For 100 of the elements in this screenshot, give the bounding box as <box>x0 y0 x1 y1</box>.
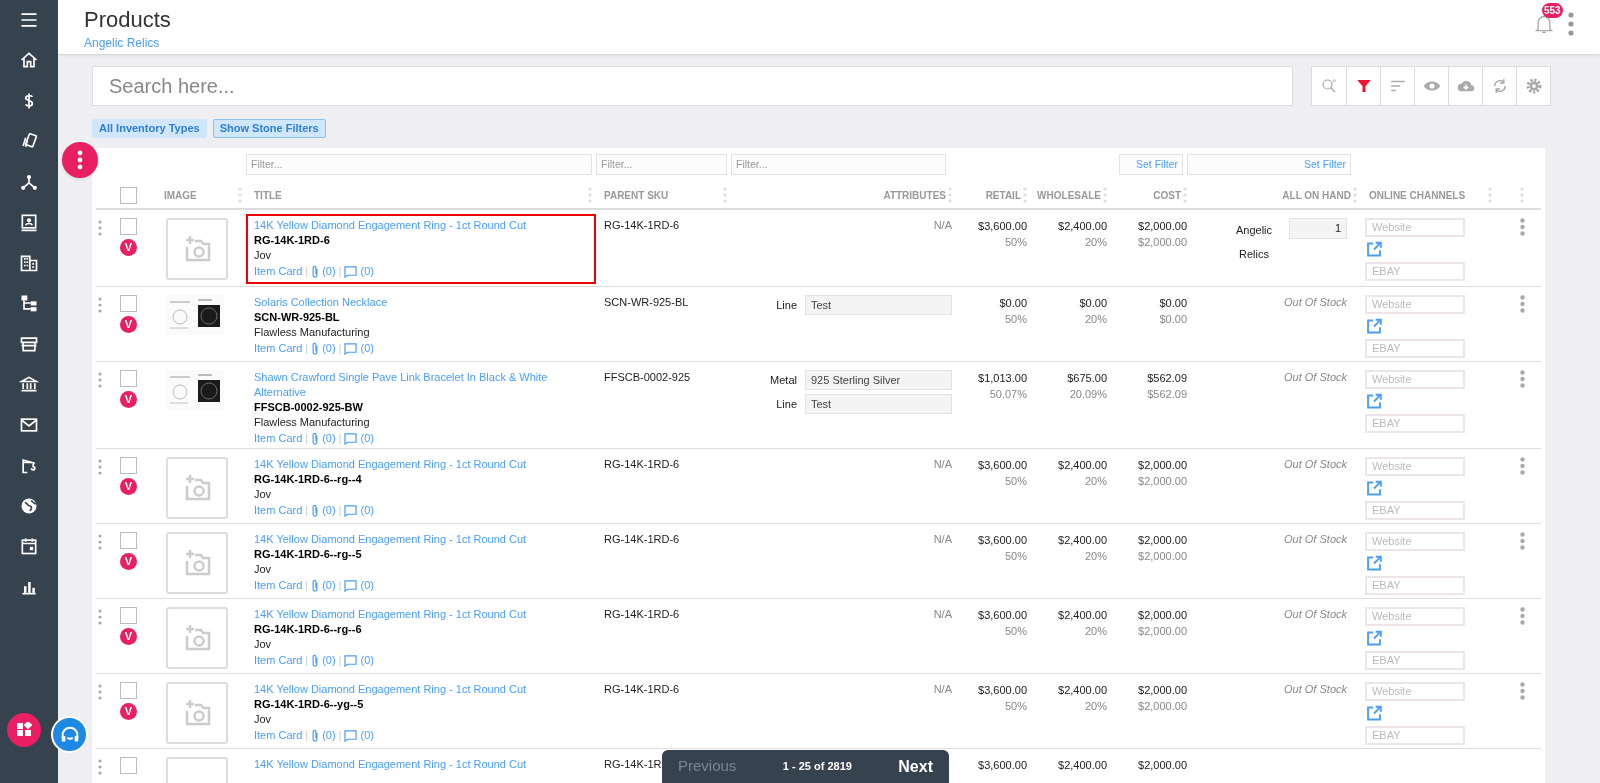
separator: | <box>305 653 309 668</box>
attachments-count[interactable]: (0) <box>322 728 336 743</box>
attachments-count[interactable]: (0) <box>322 341 336 356</box>
column-header[interactable]: IMAGE <box>164 187 197 203</box>
separator: | <box>338 503 342 518</box>
variant-badge: V <box>120 703 137 720</box>
comments-count[interactable]: (0) <box>360 503 374 518</box>
store-link[interactable]: Angelic Relics <box>84 34 171 52</box>
item-card-link[interactable]: Item Card <box>254 503 303 518</box>
attribute-field[interactable]: 925 Sterling Silver <box>805 370 952 390</box>
channel-field[interactable]: Website <box>1365 532 1465 551</box>
column-header[interactable]: COST <box>1153 187 1181 203</box>
channel-field[interactable]: Website <box>1365 295 1465 314</box>
variant-badge: V <box>120 391 137 408</box>
product-title-link[interactable]: 14K Yellow Diamond Engagement Ring - 1ct Round Cut <box>254 682 564 697</box>
set-filter-field[interactable]: Set Filter <box>1119 154 1183 175</box>
filter-field[interactable]: Filter... <box>246 154 592 175</box>
separator: | <box>338 264 342 279</box>
channel-field[interactable]: EBAY <box>1365 414 1465 433</box>
retail-price: $3,600.00 <box>978 683 1027 698</box>
set-filter-field[interactable]: Set Filter <box>1187 154 1351 175</box>
item-card-link[interactable]: Item Card <box>254 578 303 593</box>
product-title-link[interactable]: Solaris Collection Necklace <box>254 295 564 310</box>
channel-field[interactable]: Website <box>1365 218 1465 237</box>
separator: | <box>338 728 342 743</box>
retail-price: $3,600.00 <box>978 608 1027 623</box>
separator: | <box>305 431 309 446</box>
channel-field[interactable]: EBAY <box>1365 262 1465 281</box>
vendor-text: Jov <box>254 637 272 652</box>
vendor-text: Jov <box>254 712 272 727</box>
column-header[interactable]: PARENT SKU <box>604 187 669 203</box>
channel-field[interactable]: EBAY <box>1365 339 1465 358</box>
filter-chip[interactable]: All Inventory Types <box>92 119 207 138</box>
retail-price-sub: 50% <box>1004 312 1027 327</box>
product-title-link[interactable]: Shawn Crawford Single Pave Link Bracelet In Black & White Alternative <box>254 370 564 400</box>
comments-count[interactable]: (0) <box>360 728 374 743</box>
comments-count[interactable]: (0) <box>360 578 374 593</box>
attachments-count[interactable]: (0) <box>322 653 336 668</box>
channel-field[interactable]: Website <box>1365 682 1465 701</box>
item-card-link[interactable]: Item Card <box>254 728 303 743</box>
cost-price-sub: $2,000.00 <box>1138 474 1187 489</box>
product-title-link[interactable]: 14K Yellow Diamond Engagement Ring - 1ct Round Cut <box>254 457 564 472</box>
cost-price: $2,000.00 <box>1138 683 1187 698</box>
channel-field[interactable]: Website <box>1365 370 1465 389</box>
quantity-field[interactable]: 1 <box>1289 218 1347 239</box>
item-card-link[interactable]: Item Card <box>254 341 303 356</box>
filter-field[interactable]: Filter... <box>596 154 727 175</box>
channel-field[interactable]: EBAY <box>1365 501 1465 520</box>
attribute-label: Line <box>776 396 797 412</box>
attribute-field[interactable]: Test <box>805 295 952 315</box>
vendor-text: Jov <box>254 487 272 502</box>
channel-field[interactable]: Website <box>1365 607 1465 626</box>
search-field[interactable]: Search here... <box>92 66 1293 106</box>
parent-sku-text: RG-14K-1R <box>604 758 662 770</box>
sku-text: RG-14K-1RD-6 <box>254 233 330 248</box>
filter-field[interactable]: Filter... <box>731 154 946 175</box>
channel-field[interactable]: Website <box>1365 457 1465 476</box>
column-header[interactable]: ONLINE CHANNELS <box>1369 187 1466 203</box>
wholesale-price-sub: 20% <box>1084 474 1107 489</box>
attribute-field[interactable]: Test <box>805 394 952 414</box>
column-header[interactable]: ATTRIBUTES <box>883 187 946 203</box>
column-header[interactable]: ALL ON HAND <box>1282 187 1351 203</box>
column-header[interactable]: TITLE <box>254 187 282 203</box>
product-title-link[interactable]: 14K Yellow Diamond Engagement Ring - 1ct Round Cut <box>254 532 564 547</box>
product-title-link[interactable]: 14K Yellow Diamond Engagement Ring - 1ct Round Cut <box>254 607 564 622</box>
sku-text: RG-14K-1RD-6--yg--5 <box>254 697 364 712</box>
filter-chip[interactable]: Show Stone Filters <box>212 119 326 138</box>
separator: | <box>338 431 342 446</box>
channel-field[interactable]: EBAY <box>1365 576 1465 595</box>
wholesale-price-sub: 20.09% <box>1069 387 1107 402</box>
column-header[interactable]: RETAIL <box>985 187 1021 203</box>
comments-count[interactable]: (0) <box>360 341 374 356</box>
product-title-link[interactable]: 14K Yellow Diamond Engagement Ring - 1ct Round Cut <box>254 757 564 772</box>
variant-badge: V <box>120 316 137 333</box>
item-card-link[interactable]: Item Card <box>254 264 303 279</box>
separator: | <box>305 503 309 518</box>
item-card-link[interactable]: Item Card <box>254 653 303 668</box>
cost-price-sub: $2,000.00 <box>1138 235 1187 250</box>
variant-badge: V <box>120 553 137 570</box>
column-header[interactable]: WHOLESALE <box>1037 187 1101 203</box>
attribute-label: Line <box>776 297 797 313</box>
parent-sku-text: SCN-WR-925-BL <box>604 296 689 308</box>
comments-count[interactable]: (0) <box>360 653 374 668</box>
attachments-count[interactable]: (0) <box>322 264 336 279</box>
attachments-count[interactable]: (0) <box>322 578 336 593</box>
comments-count[interactable]: (0) <box>360 264 374 279</box>
next-button[interactable]: Next <box>898 754 933 779</box>
channel-field[interactable]: EBAY <box>1365 651 1465 670</box>
attachments-count[interactable]: (0) <box>322 431 336 446</box>
variant-badge: V <box>120 239 137 256</box>
comments-count[interactable]: (0) <box>360 431 374 446</box>
channel-field[interactable]: EBAY <box>1365 726 1465 745</box>
attachments-count[interactable]: (0) <box>322 503 336 518</box>
item-card-link[interactable]: Item Card <box>254 431 303 446</box>
wholesale-price-sub: 20% <box>1084 624 1107 639</box>
cost-price: $2,000.00 <box>1138 458 1187 473</box>
product-title-link[interactable]: 14K Yellow Diamond Engagement Ring - 1ct Round Cut <box>254 218 564 233</box>
wholesale-price: $2,400.00 <box>1058 219 1107 234</box>
wholesale-price: $2,400.00 <box>1058 683 1107 698</box>
variant-badge: V <box>120 478 137 495</box>
